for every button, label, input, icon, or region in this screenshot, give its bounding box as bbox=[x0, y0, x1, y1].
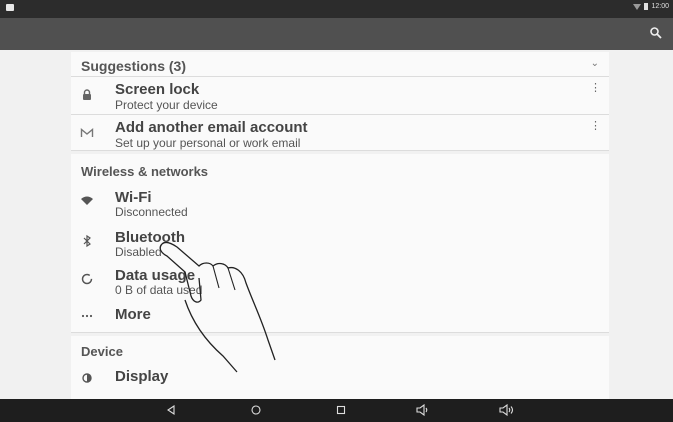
bluetooth-setting[interactable]: Bluetooth Disabled bbox=[71, 226, 609, 262]
lock-icon bbox=[83, 89, 91, 100]
data-usage-setting[interactable]: Data usage 0 B of data used bbox=[71, 264, 609, 300]
clock: 12:00 bbox=[651, 3, 669, 10]
status-bar: 12:00 bbox=[0, 0, 673, 18]
suggestion-title: Add another email account bbox=[115, 119, 308, 136]
overflow-menu-icon[interactable]: ⋮ bbox=[590, 81, 601, 94]
search-icon[interactable] bbox=[649, 26, 663, 40]
overflow-menu-icon[interactable]: ⋮ bbox=[590, 119, 601, 132]
setting-title: More bbox=[115, 306, 151, 323]
more-setting[interactable]: More bbox=[71, 302, 609, 330]
settings-content[interactable]: Suggestions (3) ⌄ Screen lock Protect yo… bbox=[0, 50, 673, 399]
wifi-setting[interactable]: Wi-Fi Disconnected bbox=[71, 186, 609, 222]
suggestion-screen-lock[interactable]: Screen lock Protect your device ⋮ bbox=[71, 76, 609, 115]
bluetooth-icon bbox=[83, 234, 91, 248]
recents-icon[interactable] bbox=[334, 403, 348, 417]
suggestion-title: Screen lock bbox=[115, 81, 200, 98]
display-setting[interactable]: Display bbox=[71, 364, 609, 396]
app-bar bbox=[0, 18, 673, 50]
section-header: Device bbox=[81, 344, 123, 359]
suggestion-subtitle: Set up your personal or work email bbox=[115, 136, 301, 150]
setting-title: Wi-Fi bbox=[115, 189, 152, 206]
back-icon[interactable] bbox=[164, 403, 178, 417]
suggestion-email-account[interactable]: Add another email account Set up your pe… bbox=[71, 114, 609, 153]
display-icon bbox=[82, 373, 92, 383]
data-usage-icon bbox=[81, 273, 93, 285]
section-header: Wireless & networks bbox=[81, 164, 209, 179]
home-icon[interactable] bbox=[249, 403, 263, 417]
wifi-status-icon bbox=[633, 3, 642, 10]
more-icon bbox=[81, 314, 93, 318]
setting-subtitle: Disconnected bbox=[115, 205, 188, 219]
volume-up-icon[interactable] bbox=[497, 403, 517, 417]
suggestions-card: Suggestions (3) ⌄ Screen lock Protect yo… bbox=[71, 52, 609, 151]
pointing-hand-illustration bbox=[159, 241, 276, 373]
notification-icon bbox=[6, 4, 14, 11]
volume-down-icon[interactable] bbox=[414, 403, 432, 417]
navigation-bar bbox=[0, 399, 673, 422]
wifi-icon bbox=[81, 196, 93, 205]
device-card: Device Display bbox=[71, 336, 609, 399]
wireless-networks-card: Wireless & networks Wi-Fi Disconnected B… bbox=[71, 154, 609, 333]
suggestions-header[interactable]: Suggestions (3) bbox=[81, 58, 186, 74]
battery-icon bbox=[644, 3, 649, 10]
gmail-icon bbox=[80, 128, 94, 137]
chevron-down-icon[interactable]: ⌄ bbox=[591, 58, 599, 69]
suggestion-subtitle: Protect your device bbox=[115, 98, 218, 112]
